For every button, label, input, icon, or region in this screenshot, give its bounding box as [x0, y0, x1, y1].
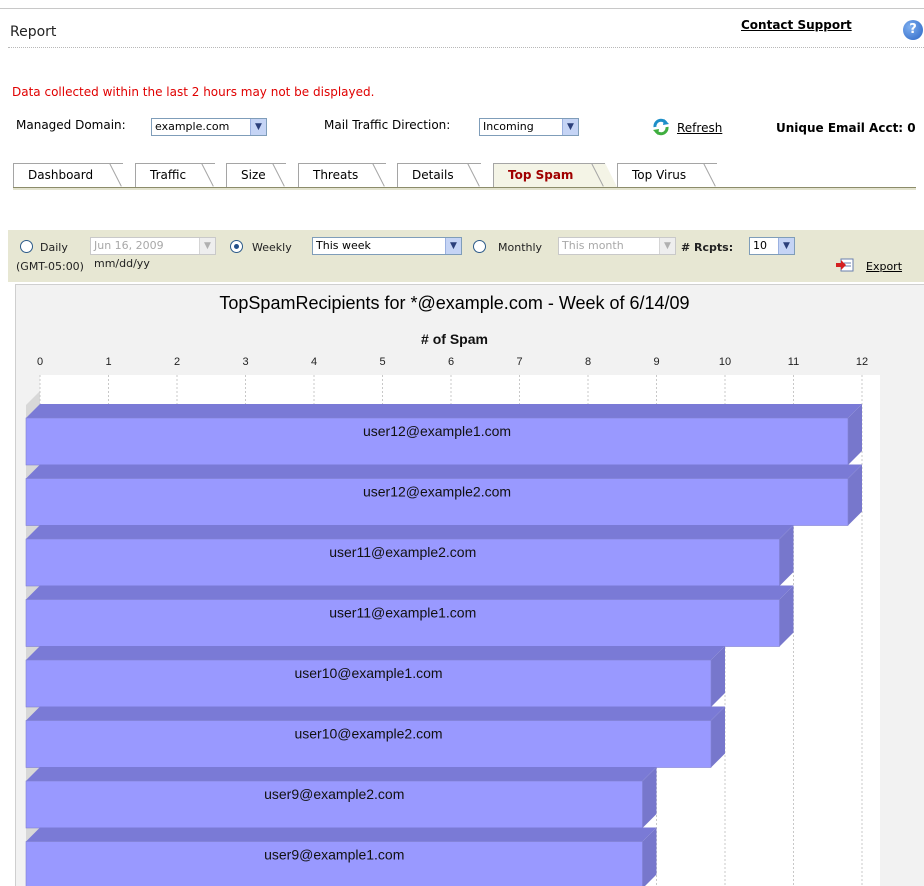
x-tick-label: 1 — [105, 356, 111, 368]
x-tick-label: 0 — [37, 356, 43, 368]
x-tick-label: 3 — [242, 356, 248, 368]
top-spam-chart: 0 1 2 3 4 5 6 7 8 9 10 11 12user12@example1.comuser1… — [25, 356, 880, 886]
bar-label: user9@example2.com — [264, 786, 404, 802]
bar-label: user10@example1.com — [294, 665, 442, 681]
bar-label: user11@example2.com — [329, 544, 476, 560]
x-tick-label: 12 — [856, 356, 868, 368]
bar-top-face — [26, 585, 794, 600]
bar-top-face — [26, 646, 725, 660]
x-tick-label: 8 — [585, 356, 591, 368]
bar-top-face — [26, 404, 862, 418]
x-tick-label: 5 — [379, 356, 385, 368]
bar-top-face — [26, 767, 657, 781]
x-tick-label: 10 — [719, 356, 731, 368]
x-tick-label: 2 — [174, 356, 180, 368]
bar-label: user10@example2.com — [294, 726, 442, 742]
bar-label: user12@example2.com — [363, 484, 511, 500]
bar-top-face — [26, 706, 725, 721]
bar-label: user9@example1.com — [264, 847, 404, 863]
bar-label: user12@example1.com — [363, 423, 511, 439]
bar-top-face — [26, 464, 862, 479]
x-tick-label: 9 — [653, 356, 659, 368]
x-tick-label: 4 — [311, 356, 317, 368]
bar-label: user11@example1.com — [329, 605, 476, 621]
x-tick-label: 6 — [448, 356, 454, 368]
x-tick-label: 11 — [788, 356, 799, 368]
bar-top-face — [26, 827, 657, 842]
bar-top-face — [26, 525, 794, 539]
x-tick-label: 7 — [516, 356, 522, 368]
